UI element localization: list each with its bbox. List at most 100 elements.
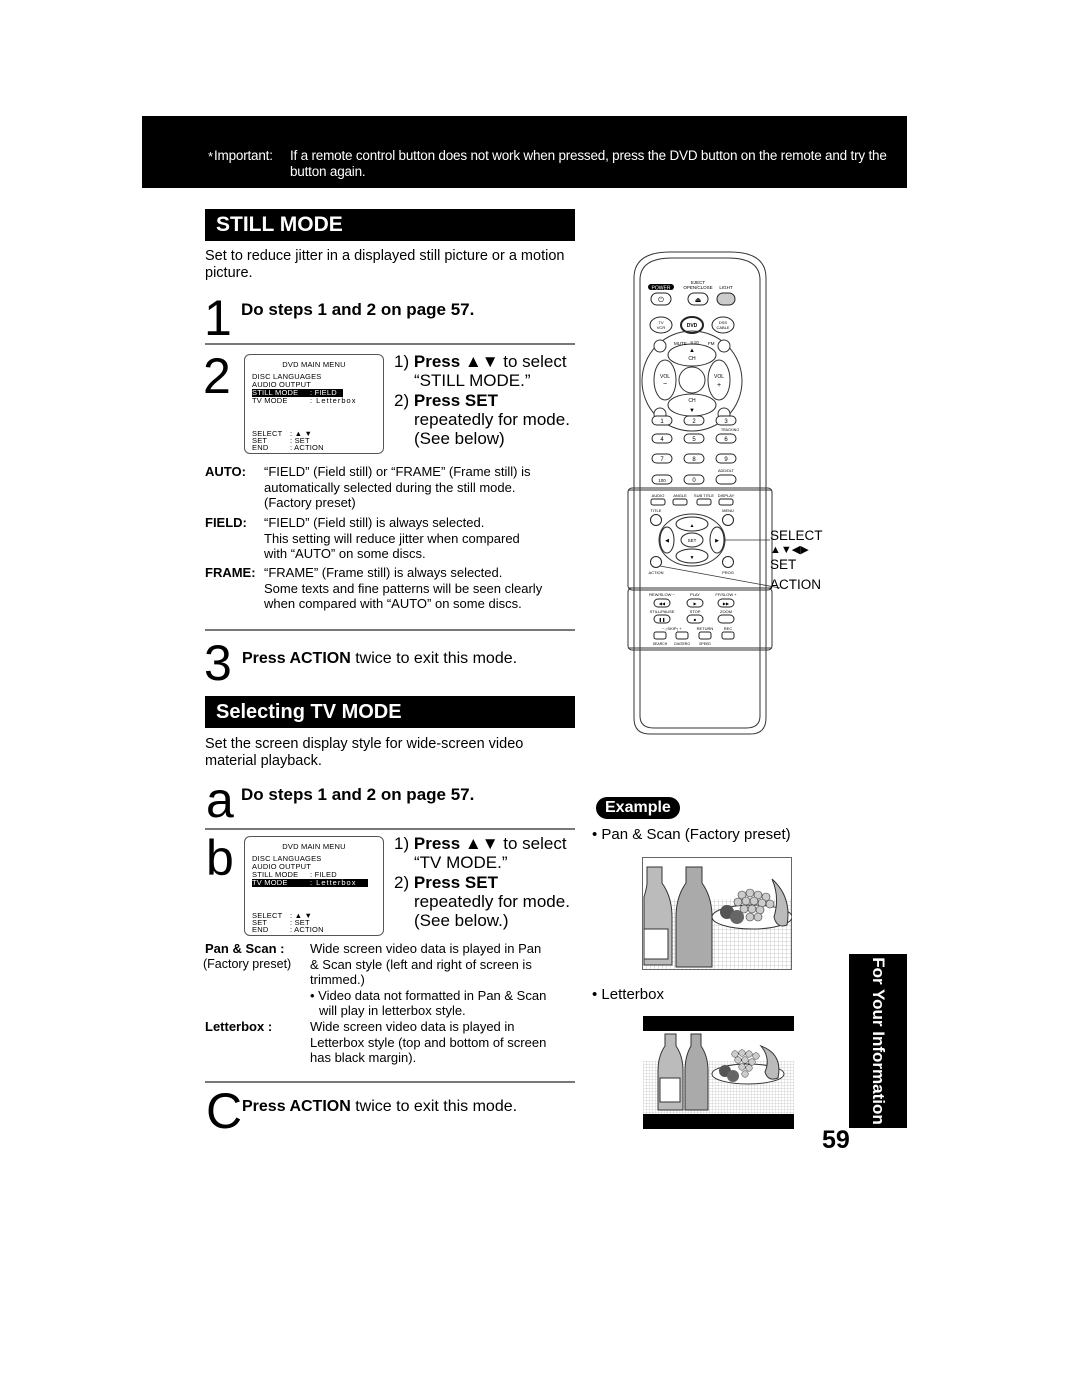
return-button (698, 631, 712, 640)
svg-text:ACTION: ACTION (648, 570, 663, 575)
svg-text:❚❚: ❚❚ (659, 617, 666, 622)
still-mode-options: AUTO: “FIELD” (Field still) or “FRAME” (… (205, 464, 580, 614)
divider (205, 629, 575, 631)
svg-text:PLAY: PLAY (690, 592, 700, 597)
osd-title: DVD MAIN MENU (282, 360, 346, 369)
power-label: POWER (652, 286, 671, 292)
example-badge: Example (596, 797, 680, 819)
action-button (650, 556, 662, 568)
osd-menu-tv: DVD MAIN MENU DISC LANGUAGES AUDIO OUTPU… (244, 836, 384, 936)
option-pan-scan-sub: (Factory preset) (203, 957, 292, 971)
svg-text:ZOOM: ZOOM (720, 609, 732, 614)
title-button (650, 514, 662, 526)
svg-text:DISPLAY: DISPLAY (718, 493, 735, 498)
svg-text:▶▶: ▶▶ (723, 601, 730, 606)
svg-text:PROG: PROG (722, 570, 734, 575)
letterbox-caption: • Letterbox (592, 986, 664, 1003)
option-auto-desc: “FIELD” (Field still) or “FRAME” (Frame … (264, 464, 531, 510)
svg-text:CABLE: CABLE (716, 325, 729, 330)
svg-text:MUTE: MUTE (674, 341, 687, 346)
up-arrow-icon: ▲ (690, 523, 695, 529)
left-arrow-icon: ◀ (665, 538, 669, 544)
step-a-text: Do steps 1 and 2 on page 57. (241, 785, 475, 804)
osd-menu-still: DVD MAIN MENU DISC LANGUAGES AUDIO OUTPU… (244, 354, 384, 454)
svg-text:CH: CH (688, 356, 696, 362)
down-arrow-icon: ▼ (689, 408, 695, 414)
notice-text: If a remote control button does not work… (290, 148, 887, 179)
osd-row-tv-mode-selected: TV MODE: Letterbox (252, 878, 368, 888)
svg-text:SEARCH: SEARCH (653, 642, 668, 646)
svg-text:FF/SLOW +: FF/SLOW + (715, 592, 737, 597)
letterbox-example-image (643, 1016, 794, 1129)
option-frame-term: FRAME: (205, 565, 256, 580)
svg-text:CM/ZERO: CM/ZERO (674, 642, 690, 646)
svg-text:REC: REC (724, 626, 733, 631)
callout-arrows: ▲▼◀▶ (770, 544, 809, 556)
svg-text:VOL: VOL (714, 374, 724, 380)
osd-title: DVD MAIN MENU (282, 842, 346, 851)
subtitle-button (696, 498, 712, 506)
mute-button (653, 339, 667, 353)
svg-text:100: 100 (658, 478, 666, 483)
display-button (718, 498, 734, 506)
step-1-text: Do steps 1 and 2 on page 57. (241, 300, 475, 319)
step-2-instructions: 1) Press ▲▼ to select “STILL MODE.” 2) P… (394, 352, 570, 448)
svg-text:OPEN/CLOSE: OPEN/CLOSE (683, 285, 712, 290)
svg-text:AUDIO: AUDIO (652, 493, 665, 498)
down-arrow-icon: ▼ (690, 555, 695, 561)
svg-text:CH: CH (688, 398, 696, 404)
svg-text:FM: FM (708, 341, 715, 346)
svg-text:−┌SKIP┐+: −┌SKIP┐+ (662, 626, 682, 632)
ring-center (678, 366, 706, 394)
svg-text:◀◀: ◀◀ (659, 601, 666, 606)
svg-text:MENU: MENU (722, 508, 734, 513)
svg-text:TITLE: TITLE (651, 508, 662, 513)
osd-footer-end: END: ACTION (252, 443, 324, 452)
divider (205, 828, 575, 830)
step-a-letter: a (206, 772, 234, 828)
svg-text:VOL: VOL (660, 374, 670, 380)
power-icon: ⏻ (658, 296, 664, 304)
step-1-number: 1 (204, 290, 232, 346)
osd-row-tv-mode: TV MODE: Letterbox (252, 396, 357, 405)
svg-text:DVD: DVD (687, 323, 698, 329)
option-field-term: FIELD: (205, 515, 247, 530)
up-arrow-icon: ▲ (689, 348, 695, 354)
vol-down-button (653, 359, 677, 401)
option-letterbox-term: Letterbox : (205, 1019, 273, 1034)
zoom-button (717, 614, 735, 624)
remote-control-illustration: POWER EJECT OPEN/CLOSE LIGHT ⏻ ⏏ TV VCR … (627, 251, 780, 735)
osd-footer-end: END: ACTION (252, 925, 324, 934)
step-2-number: 2 (203, 348, 231, 404)
eject-icon: ⏏ (695, 297, 702, 304)
svg-text:−: − (663, 381, 667, 388)
svg-text:LIGHT: LIGHT (719, 285, 733, 290)
menu-button (722, 514, 734, 526)
important-notice: * Important: If a remote control button … (142, 116, 907, 188)
svg-text:SPEED: SPEED (699, 642, 711, 646)
step-c-letter: C (206, 1083, 243, 1139)
option-field-desc: “FIELD” (Field still) is always selected… (264, 515, 520, 561)
svg-text:ADD/DLT: ADD/DLT (718, 469, 735, 473)
svg-text:REW/SLOW −: REW/SLOW − (649, 592, 675, 597)
step-b-instructions: 1) Press ▲▼ to select “TV MODE.” 2) Pres… (394, 834, 570, 930)
step-b-letter: b (206, 830, 234, 886)
svg-text:ANGLE: ANGLE (673, 493, 687, 498)
divider (205, 343, 575, 345)
callout-set: SET (770, 557, 797, 572)
svg-text:STOP: STOP (690, 609, 701, 614)
still-mode-heading: STILL MODE (205, 209, 575, 241)
section-side-tab: For Your Information (849, 954, 907, 1128)
option-auto-term: AUTO: (205, 464, 246, 479)
pan-scan-caption: • Pan & Scan (Factory preset) (592, 826, 791, 843)
fm-button (717, 339, 731, 353)
asterisk-marker: * (208, 149, 214, 164)
svg-text:SET: SET (688, 538, 697, 543)
tv-mode-intro: Set the screen display style for wide-sc… (205, 736, 524, 769)
tv-mode-options: Pan & Scan : (Factory preset) Wide scree… (200, 941, 580, 1071)
skip-back-button (653, 631, 667, 640)
rec-button (721, 631, 735, 640)
step-3-text: Press ACTION twice to exit this mode. (242, 650, 518, 667)
option-frame-desc: “FRAME” (Frame still) is always selected… (264, 565, 543, 611)
divider (205, 1081, 575, 1083)
